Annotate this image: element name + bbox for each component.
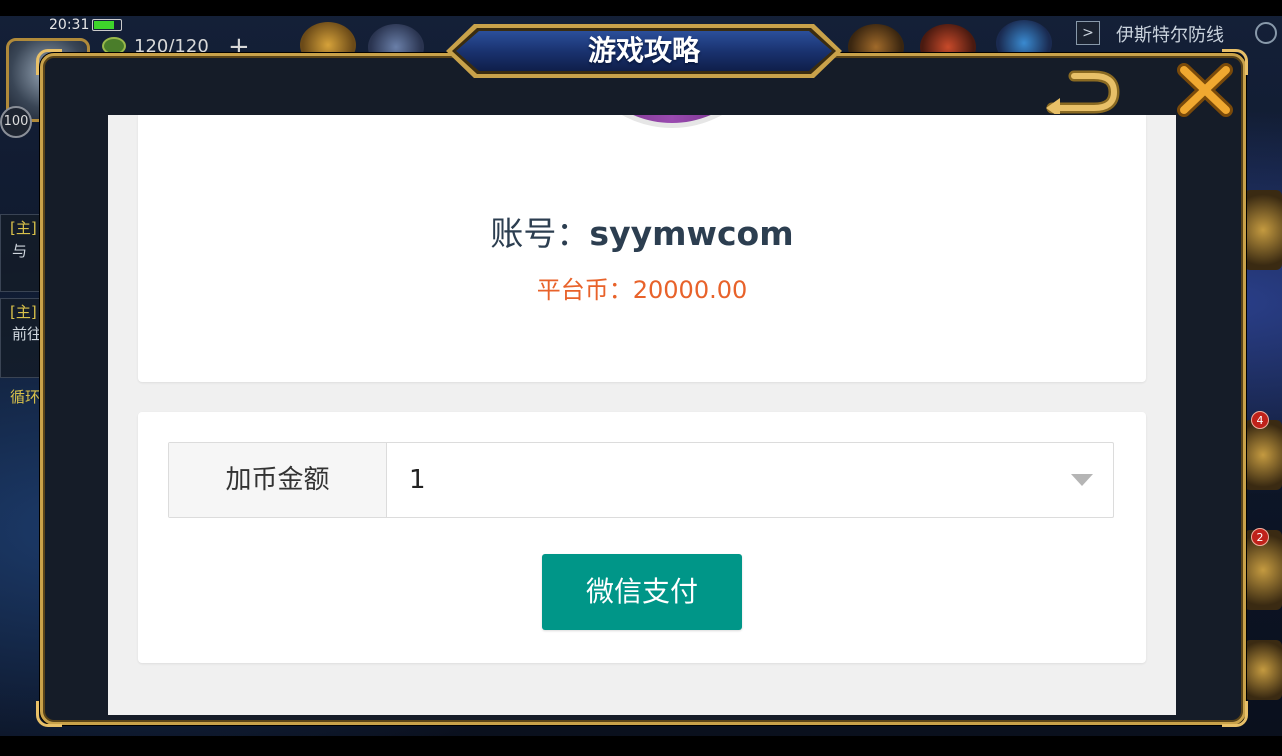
wechat-pay-button[interactable]: 微信支付 xyxy=(542,554,742,630)
payment-card: 加币金额 1 微信支付 xyxy=(138,412,1146,663)
search-icon[interactable] xyxy=(1255,22,1277,44)
back-arrow-icon[interactable] xyxy=(1044,68,1120,114)
expand-arrow-icon[interactable]: > xyxy=(1076,21,1100,45)
region-name: 伊斯特尔防线 xyxy=(1116,25,1224,46)
side-character-icon[interactable] xyxy=(1244,420,1282,490)
side-character-icon[interactable] xyxy=(1244,190,1282,270)
bottom-bar xyxy=(0,736,1282,756)
amount-select[interactable]: 1 xyxy=(387,443,1113,517)
coins-label: 平台币： xyxy=(536,276,633,304)
amount-value: 1 xyxy=(409,465,426,495)
amount-field: 加币金额 1 xyxy=(168,442,1114,518)
profile-card: 账号：syymwcom 平台币：20000.00 xyxy=(138,115,1146,382)
avatar xyxy=(574,115,770,128)
account-line: 账号：syymwcom xyxy=(138,207,1146,255)
level-badge: 100 xyxy=(0,106,32,138)
quest-subtitle: 前往 xyxy=(12,325,43,343)
chevron-down-icon xyxy=(1071,474,1093,486)
account-value: syymwcom xyxy=(589,214,794,253)
quest-subtitle: 与 xyxy=(12,242,28,260)
notification-badge: 4 xyxy=(1251,411,1269,429)
notification-badge: 2 xyxy=(1251,528,1269,546)
platform-coins: 平台币：20000.00 xyxy=(138,270,1146,305)
loop-quest-tag: 循环 xyxy=(10,388,41,406)
modal-title: 游戏攻略 xyxy=(587,34,700,67)
quest-tag: [主] xyxy=(10,219,37,237)
status-time: 20:31 xyxy=(49,17,90,33)
battery-icon xyxy=(92,19,122,31)
quest-tag: [主] xyxy=(10,303,37,321)
coins-value: 20000.00 xyxy=(632,276,748,304)
status-bar xyxy=(0,0,1282,16)
close-x-icon[interactable] xyxy=(1176,62,1234,118)
frame-corner-ornament xyxy=(36,701,62,727)
amount-label: 加币金额 xyxy=(169,443,387,517)
account-label: 账号： xyxy=(490,214,590,253)
frame-corner-ornament xyxy=(1222,701,1248,727)
webview-content[interactable]: 账号：syymwcom 平台币：20000.00 加币金额 1 微信支付 xyxy=(108,115,1176,715)
side-character-icon[interactable] xyxy=(1244,640,1282,700)
frame-corner-ornament xyxy=(36,49,62,75)
